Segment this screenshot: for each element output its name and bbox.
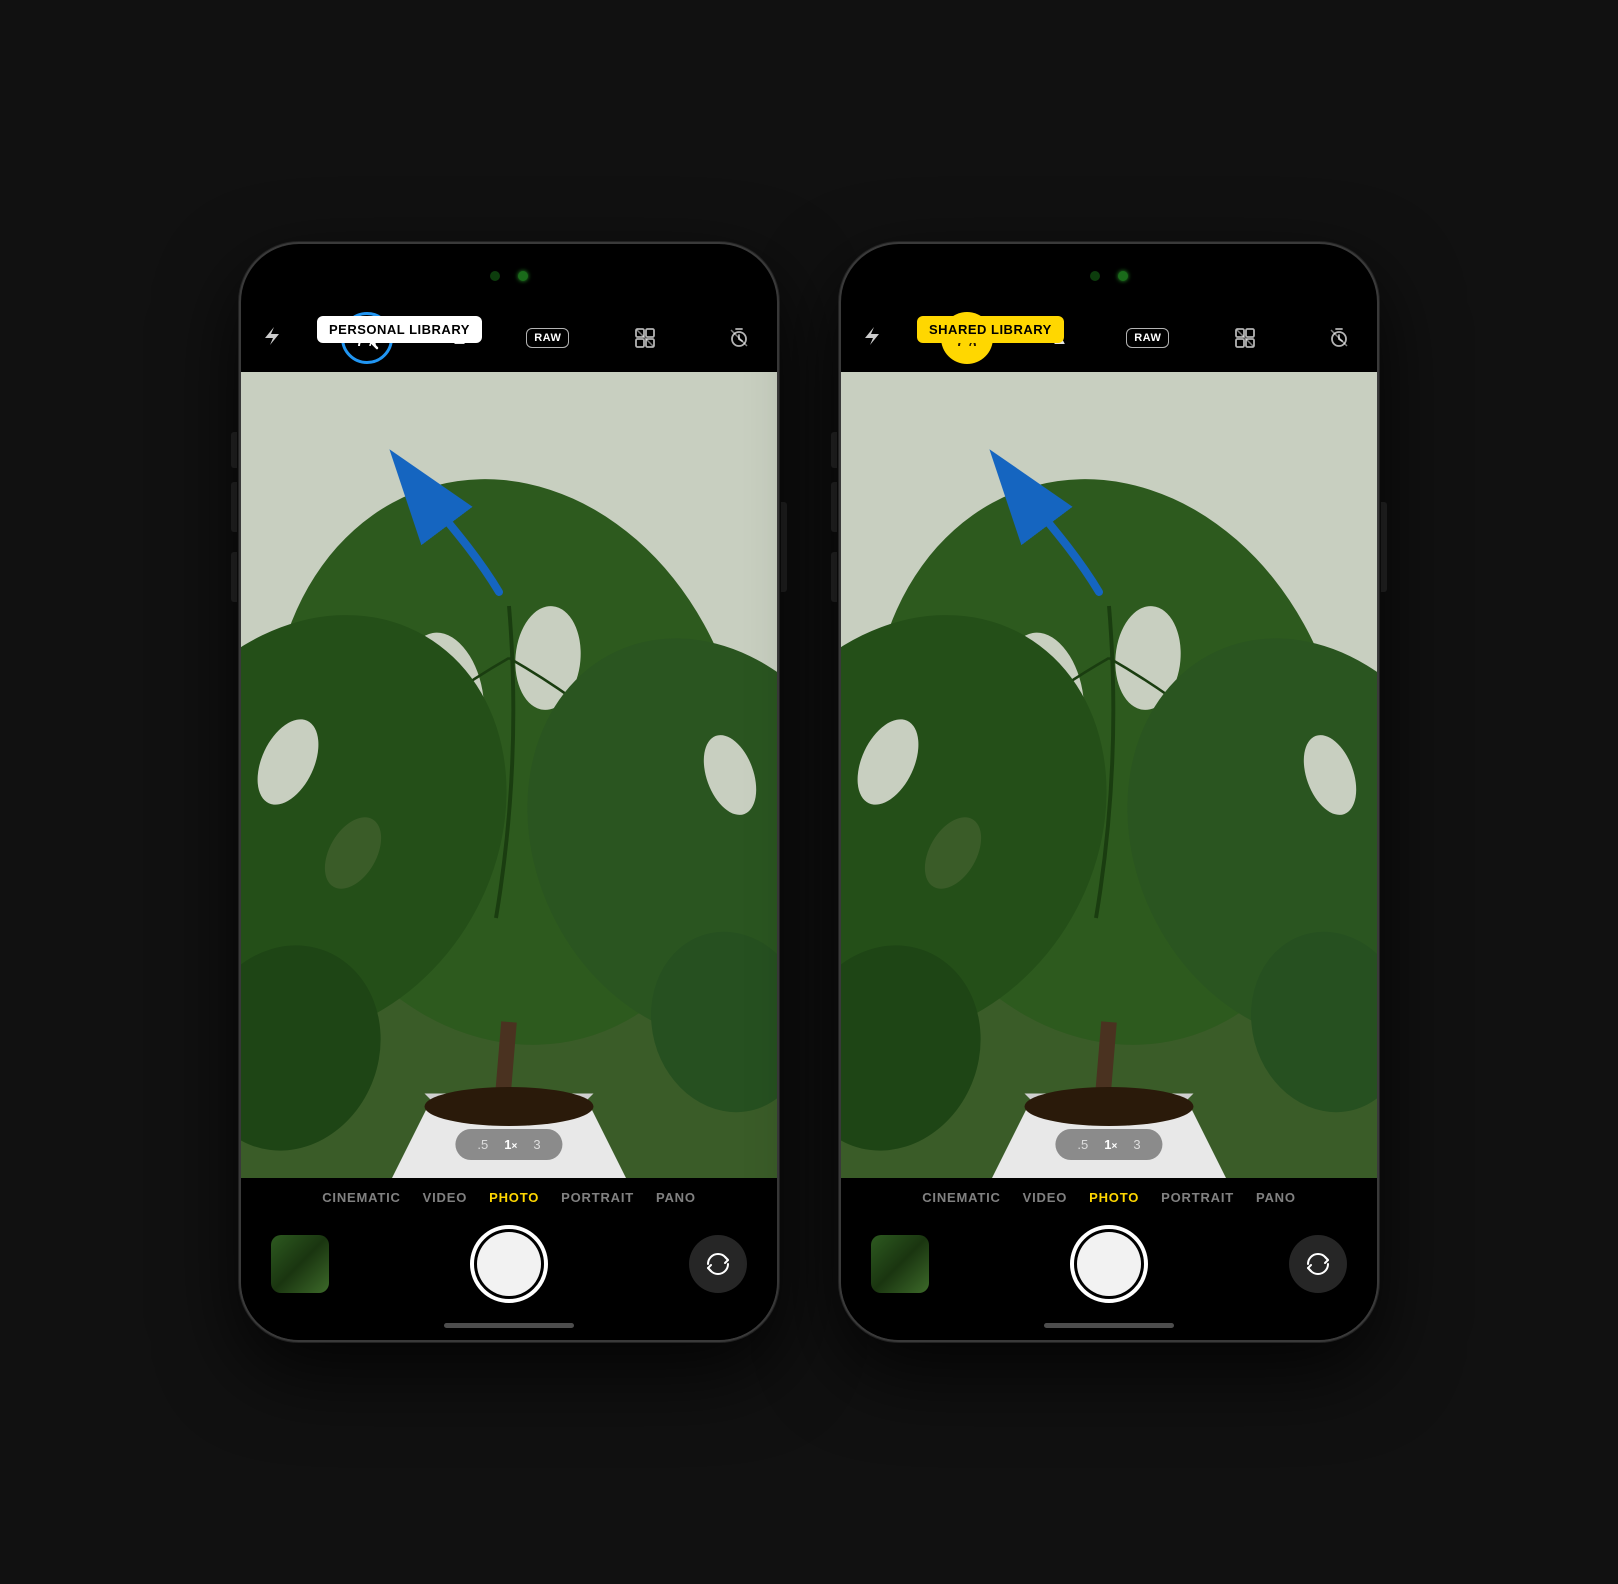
dynamic-island-personal (449, 258, 569, 294)
mode-pano-shared[interactable]: PANO (1256, 1190, 1296, 1205)
bottom-controls-personal (241, 1213, 777, 1323)
plant-scene-shared: .5 1× 3 (841, 372, 1377, 1178)
timer-button-personal[interactable] (721, 320, 757, 356)
zoom-3x-personal[interactable]: 3 (527, 1135, 546, 1154)
phone-frame-shared: ▲ RAW (839, 242, 1379, 1342)
phone-screen-shared: ▲ RAW (841, 244, 1377, 1340)
power-button[interactable] (781, 502, 787, 592)
bottom-controls-shared (841, 1213, 1377, 1323)
shutter-inner-personal (477, 1232, 541, 1296)
shutter-inner-shared (1077, 1232, 1141, 1296)
viewfinder-shared[interactable]: .5 1× 3 (841, 372, 1377, 1178)
zoom-controls-personal: .5 1× 3 (455, 1129, 562, 1160)
zoom-1x-personal[interactable]: 1× (498, 1135, 523, 1154)
mode-video-shared[interactable]: VIDEO (1023, 1190, 1067, 1205)
phone-personal: ▲ RAW (239, 242, 779, 1342)
camera-modes-shared: CINEMATIC VIDEO PHOTO PORTRAIT PANO (841, 1178, 1377, 1213)
zoom-half-personal[interactable]: .5 (471, 1135, 494, 1154)
grid-button-shared[interactable] (1227, 320, 1263, 356)
grid-button-personal[interactable] (627, 320, 663, 356)
silent-switch-2[interactable] (831, 432, 837, 468)
raw-button-personal[interactable]: RAW (526, 328, 569, 348)
library-label-personal: PERSONAL LIBRARY (317, 316, 482, 343)
mode-photo-personal[interactable]: PHOTO (489, 1190, 539, 1205)
phone-shared: ▲ RAW (839, 242, 1379, 1342)
shutter-button-personal[interactable] (470, 1225, 548, 1303)
silent-switch[interactable] (231, 432, 237, 468)
home-indicator-personal (241, 1323, 777, 1340)
status-dot-personal (518, 271, 528, 281)
mode-portrait-shared[interactable]: PORTRAIT (1161, 1190, 1234, 1205)
zoom-3x-shared[interactable]: 3 (1127, 1135, 1146, 1154)
viewfinder-personal[interactable]: .5 1× 3 (241, 372, 777, 1178)
raw-button-shared[interactable]: RAW (1126, 328, 1169, 348)
flip-camera-button-personal[interactable] (689, 1235, 747, 1293)
home-indicator-shared (841, 1323, 1377, 1340)
flip-camera-button-shared[interactable] (1289, 1235, 1347, 1293)
volume-down-button-2[interactable] (831, 552, 837, 602)
status-dot-shared (1118, 271, 1128, 281)
timer-button-shared[interactable] (1321, 320, 1357, 356)
mode-photo-shared[interactable]: PHOTO (1089, 1190, 1139, 1205)
thumbnail-personal[interactable] (271, 1235, 329, 1293)
home-bar-personal (444, 1323, 574, 1328)
dynamic-island-shared (1049, 258, 1169, 294)
mode-pano-personal[interactable]: PANO (656, 1190, 696, 1205)
plant-scene-personal: .5 1× 3 (241, 372, 777, 1178)
volume-down-button[interactable] (231, 552, 237, 602)
camera-modes-personal: CINEMATIC VIDEO PHOTO PORTRAIT PANO (241, 1178, 777, 1213)
front-camera-personal (490, 271, 500, 281)
mode-portrait-personal[interactable]: PORTRAIT (561, 1190, 634, 1205)
home-bar-shared (1044, 1323, 1174, 1328)
front-camera-shared (1090, 271, 1100, 281)
mode-cinematic-shared[interactable]: CINEMATIC (922, 1190, 1000, 1205)
flash-button-shared[interactable] (861, 325, 883, 352)
mode-cinematic-personal[interactable]: CINEMATIC (322, 1190, 400, 1205)
flash-button-personal[interactable] (261, 325, 283, 352)
phone-screen-personal: ▲ RAW (241, 244, 777, 1340)
library-label-shared: SHARED LIBRARY (917, 316, 1064, 343)
mode-video-personal[interactable]: VIDEO (423, 1190, 467, 1205)
zoom-controls-shared: .5 1× 3 (1055, 1129, 1162, 1160)
zoom-half-shared[interactable]: .5 (1071, 1135, 1094, 1154)
phone-frame-personal: ▲ RAW (239, 242, 779, 1342)
shutter-button-shared[interactable] (1070, 1225, 1148, 1303)
volume-up-button[interactable] (231, 482, 237, 532)
power-button-2[interactable] (1381, 502, 1387, 592)
zoom-1x-shared[interactable]: 1× (1098, 1135, 1123, 1154)
volume-up-button-2[interactable] (831, 482, 837, 532)
thumbnail-shared[interactable] (871, 1235, 929, 1293)
